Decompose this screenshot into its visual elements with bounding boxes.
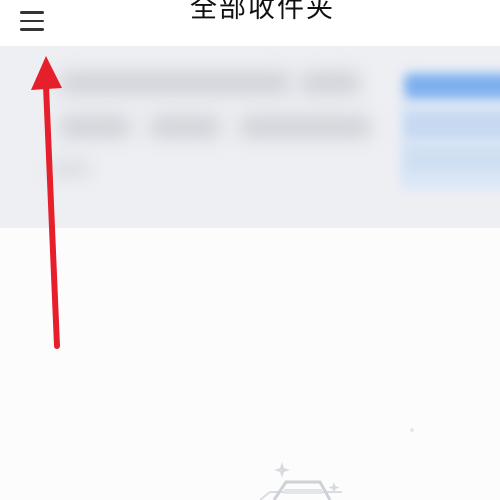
blurred-card-row — [405, 146, 500, 172]
menu-button[interactable] — [14, 6, 50, 36]
blurred-card-header — [405, 74, 500, 98]
empty-mail-list — [0, 228, 500, 500]
page-title: 全部收件夹 — [190, 0, 335, 24]
hamburger-menu-icon-line — [20, 28, 44, 31]
hamburger-menu-icon-line — [20, 19, 44, 23]
blurred-text-line — [240, 116, 370, 138]
empty-inbox-icon — [259, 462, 342, 500]
blurred-card-row — [405, 112, 500, 138]
blurred-text-line — [300, 72, 360, 94]
hamburger-menu-icon-line — [20, 11, 44, 14]
blurred-banner[interactable] — [0, 46, 500, 228]
sparkle-dot — [410, 428, 414, 432]
blurred-text-line — [60, 116, 130, 138]
top-app-bar: 全部收件夹 — [0, 0, 500, 46]
blurred-text-line — [50, 164, 90, 174]
blurred-text-line — [150, 116, 220, 138]
blurred-text-line — [60, 72, 290, 94]
